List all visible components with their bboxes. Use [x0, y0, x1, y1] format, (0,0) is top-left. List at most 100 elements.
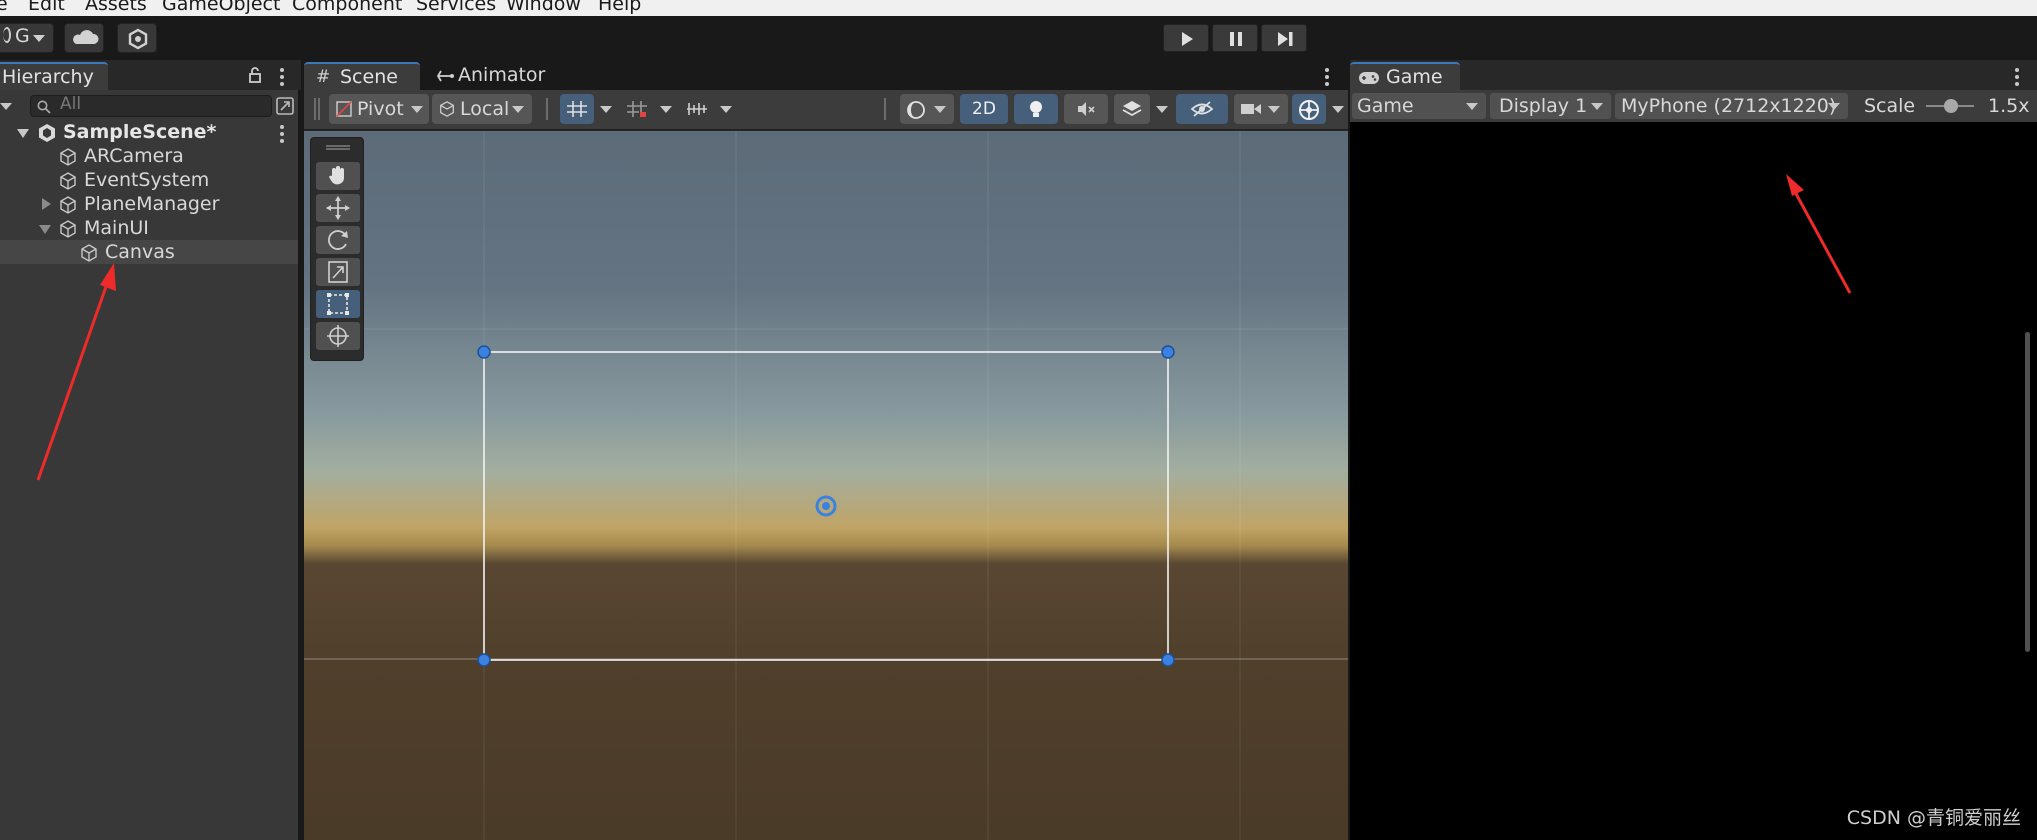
display-select[interactable]: Display 1 — [1490, 93, 1611, 119]
camera-dropdown[interactable] — [1234, 94, 1288, 124]
scene-tools-overlay — [310, 137, 364, 361]
scene-more-icon[interactable] — [1325, 68, 1329, 89]
account-dropdown[interactable]: G — [0, 23, 54, 53]
effects-toggle[interactable] — [1114, 94, 1150, 124]
search-icon — [37, 100, 51, 114]
move-tool-button[interactable] — [316, 194, 360, 222]
chevron-down-icon — [1466, 103, 1478, 110]
hexagon-icon — [128, 28, 148, 50]
rotate-tool-button[interactable] — [316, 226, 360, 254]
tab-animator-label: Animator — [458, 64, 546, 86]
menu-edit[interactable]: Edit — [28, 0, 65, 15]
pause-button[interactable] — [1212, 24, 1258, 52]
resolution-select[interactable]: MyPhone (2712x1220) — [1615, 93, 1848, 119]
game-view-select[interactable]: Game — [1352, 93, 1486, 119]
chevron-down-icon — [1828, 103, 1840, 110]
grid-snap-button[interactable] — [560, 94, 594, 124]
audio-toggle[interactable] — [1064, 94, 1108, 124]
scene-visibility-icon[interactable] — [274, 95, 296, 117]
collab-button[interactable] — [117, 23, 157, 53]
gizmos-toggle[interactable] — [1292, 94, 1326, 124]
collapsed-arrow-icon[interactable] — [42, 198, 51, 210]
lock-icon[interactable] — [248, 66, 262, 84]
menu-help[interactable]: Help — [598, 0, 641, 15]
scene-viewport[interactable] — [304, 131, 1348, 840]
hierarchy-item-arcamera[interactable]: ARCamera — [0, 144, 298, 168]
rect-handle[interactable] — [1161, 653, 1175, 667]
expand-arrow-icon[interactable] — [39, 225, 51, 234]
increment-snap-button[interactable] — [620, 94, 654, 124]
step-icon — [1278, 32, 1293, 46]
rotate-icon — [328, 230, 348, 250]
camera-icon — [1241, 104, 1261, 114]
expand-arrow-icon[interactable] — [17, 129, 29, 138]
menu-assets[interactable]: Assets — [85, 0, 147, 15]
chevron-down-icon — [660, 106, 672, 113]
rect-handle[interactable] — [477, 653, 491, 667]
pivot-dropdown[interactable]: Pivot — [329, 94, 429, 124]
menu-services[interactable]: Services — [416, 0, 496, 15]
cloud-button[interactable] — [64, 23, 104, 53]
toolbar-grip — [314, 98, 320, 120]
account-letter: G — [15, 25, 30, 47]
scene-visibility-toggle[interactable] — [1176, 94, 1228, 124]
shading-mode-dropdown[interactable] — [900, 94, 954, 124]
hierarchy-item-planemanager[interactable]: PlaneManager — [0, 192, 298, 216]
transform-tool-button[interactable] — [316, 322, 360, 350]
hierarchy-search-input[interactable]: All — [30, 94, 272, 117]
scale-slider-thumb[interactable] — [1944, 99, 1958, 113]
display-value: Display 1 — [1499, 95, 1588, 117]
hierarchy-item-mainui[interactable]: MainUI — [0, 216, 298, 240]
play-button[interactable] — [1163, 24, 1209, 52]
menu-window[interactable]: Window — [506, 0, 581, 15]
hidden-eye-icon — [1190, 101, 1214, 117]
hand-icon — [329, 166, 344, 185]
hand-tool-button[interactable] — [316, 162, 360, 190]
chevron-down-icon — [1591, 103, 1603, 110]
scene-panel: # Scene Animator Pivot Local 2D — [304, 60, 1348, 840]
lighting-toggle[interactable] — [1014, 94, 1058, 124]
tab-game[interactable]: Game — [1350, 62, 1460, 90]
scale-icon — [328, 261, 348, 283]
mode-2d-toggle[interactable]: 2D — [960, 94, 1008, 124]
rect-tool-button[interactable] — [316, 290, 360, 318]
ruler-dropdown[interactable] — [716, 94, 738, 124]
chevron-down-icon — [411, 106, 423, 113]
tab-scene[interactable]: # Scene — [304, 62, 420, 90]
hierarchy-item-eventsystem[interactable]: EventSystem — [0, 168, 298, 192]
unity-editor-window: e Edit Assets GameObject Component Servi… — [0, 0, 2037, 840]
game-tabbar: Game — [1350, 60, 2037, 90]
game-more-icon[interactable] — [2015, 68, 2019, 89]
rect-transform-icon — [327, 293, 349, 315]
chevron-down-icon — [1332, 106, 1344, 113]
snap-dropdown[interactable] — [656, 94, 678, 124]
hierarchy-more-icon[interactable] — [280, 68, 284, 89]
hierarchy-scene-row[interactable]: SampleScene* — [0, 120, 298, 144]
chevron-down-icon — [600, 106, 612, 113]
pause-icon — [1230, 32, 1242, 46]
ruler-button[interactable] — [680, 94, 714, 124]
menu-gameobject[interactable]: GameObject — [162, 0, 280, 15]
create-dropdown-icon[interactable] — [0, 103, 12, 110]
grid-dropdown[interactable] — [596, 94, 618, 124]
local-dropdown[interactable]: Local — [432, 94, 532, 124]
tab-animator[interactable]: Animator — [422, 62, 546, 90]
game-scrollbar[interactable] — [2025, 332, 2030, 652]
snap-icon — [627, 101, 647, 117]
gizmos-dropdown[interactable] — [1328, 94, 1348, 124]
rect-handle[interactable] — [477, 345, 491, 359]
game-toolbar: Game Display 1 MyPhone (2712x1220) Scale… — [1350, 90, 2037, 122]
toolbar-separator — [884, 98, 886, 120]
gameobject-cube-icon — [60, 220, 76, 238]
mode-2d-label: 2D — [972, 99, 996, 119]
rect-handle[interactable] — [1161, 345, 1175, 359]
scale-tool-button[interactable] — [316, 258, 360, 286]
step-button[interactable] — [1261, 24, 1307, 52]
tab-hierarchy[interactable]: Hierarchy — [0, 62, 108, 90]
scene-more-icon[interactable] — [280, 125, 284, 146]
menu-component[interactable]: Component — [292, 0, 402, 15]
chevron-down-icon — [512, 106, 524, 113]
effects-dropdown[interactable] — [1152, 94, 1172, 124]
scene-toolbar: Pivot Local 2D — [304, 90, 1348, 130]
scene-tabbar: # Scene Animator — [304, 60, 1348, 90]
